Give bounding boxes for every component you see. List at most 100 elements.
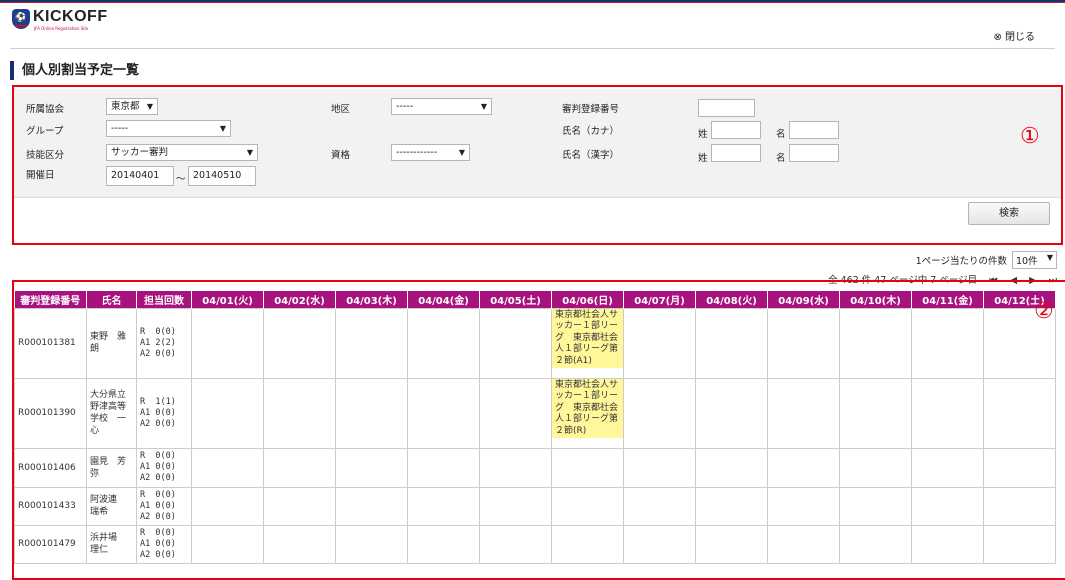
first-page-icon[interactable]: ⏮ <box>989 275 998 286</box>
day-cell <box>623 524 696 564</box>
referee-no-input[interactable] <box>698 99 755 117</box>
day-cell <box>767 486 840 526</box>
day-cell <box>407 524 480 564</box>
referee-no-cell: R000101406 <box>14 447 87 488</box>
search-actions <box>14 197 1061 239</box>
table-row[interactable]: R000101479 浜井場 理仁 R 0(0) A1 0(0) A2 0(0) <box>14 524 1056 564</box>
assignment-entry[interactable]: 東京都社会人サッカー１部リーグ 東京都社会人１部リーグ第２節(A1) <box>552 308 623 368</box>
shield-icon: ⚽ <box>12 9 30 29</box>
day-cell <box>551 524 624 564</box>
pagination: 全 462 件 47 ページ中 7 ページ目 ⏮ ◀ ▶ ⏭ <box>828 272 1057 286</box>
day-cell <box>335 377 408 449</box>
day-cell <box>479 524 552 564</box>
day-cell <box>767 307 840 379</box>
table-row[interactable]: R000101433 阿波連 瑞希 R 0(0) A1 0(0) A2 0(0) <box>14 486 1056 526</box>
date-label: 開催日 <box>26 170 55 181</box>
day-cell <box>191 377 264 449</box>
next-page-icon[interactable]: ▶ <box>1029 275 1036 286</box>
day-cell <box>839 447 912 488</box>
day-cell <box>767 377 840 449</box>
top-border <box>0 0 1065 3</box>
date-to-input[interactable]: 20140510 <box>188 166 256 186</box>
region-label: 地区 <box>331 104 351 115</box>
date-separator: ～ <box>176 174 186 185</box>
column-header: 04/07(月) <box>623 291 696 308</box>
day-cell <box>839 524 912 564</box>
region-select[interactable]: ----- ▼ <box>391 98 492 115</box>
table-row[interactable]: R000101406 園見 芳弥 R 0(0) A1 0(0) A2 0(0) <box>14 447 1056 488</box>
day-cell <box>263 307 336 379</box>
table-row[interactable]: R000101381 東野 雅朗 R 0(0) A1 2(2) A2 0(0) 東京都… <box>14 307 1056 379</box>
day-cell <box>695 377 768 449</box>
column-header: 04/04(金) <box>407 291 480 308</box>
referee-no-cell: R000101381 <box>14 307 87 379</box>
assignment-count-cell: R 0(0) A1 0(0) A2 0(0) <box>136 524 192 564</box>
day-cell <box>407 447 480 488</box>
chevron-down-icon: ▼ <box>458 148 465 157</box>
day-cell[interactable]: 東京都社会人サッカー１部リーグ 東京都社会人１部リーグ第２節(R) <box>551 377 624 449</box>
kana-first-input[interactable] <box>789 121 839 139</box>
day-cell <box>911 447 984 488</box>
kanji-first-input[interactable] <box>789 144 839 162</box>
day-cell <box>263 524 336 564</box>
schedule-table: 審判登録番号 氏名 担当回数 04/01(火) 04/02(水) 04/03(木) 04/0… <box>14 291 1056 564</box>
kanji-label: 氏名（漢字） <box>562 150 620 161</box>
day-cell <box>911 307 984 379</box>
assignment-count-cell: R 0(0) A1 2(2) A2 0(0) <box>136 307 192 379</box>
assignment-count-cell: R 1(1) A1 0(0) A2 0(0) <box>136 377 192 449</box>
kanji-last-input[interactable] <box>711 144 761 162</box>
association-select[interactable]: 東京都 ▼ <box>106 98 158 115</box>
assignment-entry[interactable]: 東京都社会人サッカー１部リーグ 東京都社会人１部リーグ第２節(R) <box>552 378 623 438</box>
close-button[interactable]: ⊗ 閉じる <box>993 28 1035 43</box>
group-select[interactable]: ----- ▼ <box>106 120 231 137</box>
association-label: 所属協会 <box>26 104 65 115</box>
skill-label: 技能区分 <box>26 150 65 161</box>
day-cell <box>335 486 408 526</box>
day-cell <box>695 447 768 488</box>
day-cell <box>983 524 1056 564</box>
per-page-select[interactable]: 10件 ▼ <box>1012 251 1057 269</box>
referee-name-cell: 阿波連 瑞希 <box>86 486 137 526</box>
day-cell <box>983 447 1056 488</box>
day-cell <box>911 486 984 526</box>
column-header: 04/09(水) <box>767 291 840 308</box>
referee-no-cell: R000101390 <box>14 377 87 449</box>
kana-first-label: 名 <box>776 129 786 140</box>
date-from-input[interactable]: 20140401 <box>106 166 174 186</box>
day-cell <box>623 447 696 488</box>
day-cell <box>623 307 696 379</box>
day-cell <box>839 377 912 449</box>
schedule-table-container[interactable]: 審判登録番号 氏名 担当回数 04/01(火) 04/02(水) 04/03(木) 04/0… <box>14 291 1065 575</box>
skill-select[interactable]: サッカー審判 ▼ <box>106 144 258 161</box>
qualification-select[interactable]: ------------ ▼ <box>391 144 470 161</box>
assignment-count-cell: R 0(0) A1 0(0) A2 0(0) <box>136 486 192 526</box>
day-cell <box>191 447 264 488</box>
referee-name-cell: 園見 芳弥 <box>86 447 137 488</box>
last-page-icon[interactable]: ⏭ <box>1048 275 1057 286</box>
column-header: 04/10(木) <box>839 291 912 308</box>
day-cell <box>983 377 1056 449</box>
logo-subtext: JFA Online Registration Site <box>34 26 89 31</box>
day-cell[interactable]: 東京都社会人サッカー１部リーグ 東京都社会人１部リーグ第２節(A1) <box>551 307 624 379</box>
kana-last-input[interactable] <box>711 121 761 139</box>
day-cell <box>839 486 912 526</box>
referee-no-cell: R000101479 <box>14 524 87 564</box>
day-cell <box>911 377 984 449</box>
day-cell <box>407 307 480 379</box>
day-cell <box>839 307 912 379</box>
qualification-label: 資格 <box>331 150 351 161</box>
day-cell <box>551 486 624 526</box>
day-cell <box>191 307 264 379</box>
search-button[interactable]: 検索 <box>968 202 1050 225</box>
table-row[interactable]: R000101390 大分県立野津高等学校 一心 R 1(1) A1 0(0) A2… <box>14 377 1056 449</box>
kana-last-label: 姓 <box>698 129 708 140</box>
kana-label: 氏名（カナ） <box>562 126 620 137</box>
header-divider <box>10 48 1055 49</box>
day-cell <box>911 524 984 564</box>
column-header: 04/06(日) <box>551 291 624 308</box>
day-cell <box>263 447 336 488</box>
kickoff-logo[interactable]: ⚽ KICKOFF JFA Online Registration Site <box>12 9 108 31</box>
prev-page-icon[interactable]: ◀ <box>1010 275 1017 286</box>
group-label: グループ <box>26 126 64 137</box>
day-cell <box>263 486 336 526</box>
